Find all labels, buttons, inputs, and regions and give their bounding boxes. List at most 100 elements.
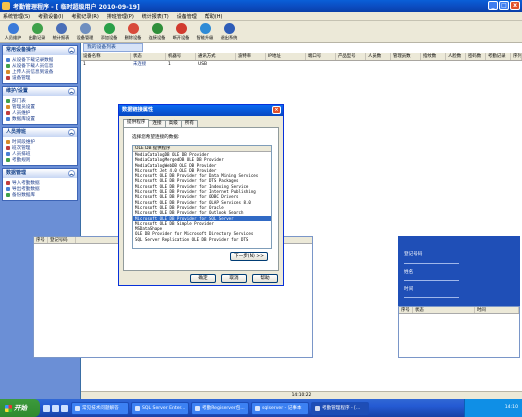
taskbar-button[interactable]: 常见技术问题解答 (71, 401, 129, 415)
table-cell (336, 61, 366, 68)
menu-records[interactable]: 考勤记录(R) (71, 13, 98, 20)
sidebar-item[interactable]: 数据库设置 (6, 116, 75, 122)
name-label: 姓名 (404, 270, 414, 275)
column-header[interactable]: 密码数 (466, 53, 486, 60)
start-label: 开始 (14, 404, 27, 412)
menu-schedule[interactable]: 排班管理(P) (107, 13, 134, 20)
column-header[interactable]: 人员数 (366, 53, 391, 60)
sidebar-section-header[interactable]: 数据管理 ︽ (3, 169, 77, 178)
sidebar-section: 维护/设置 ︽ 部门表 管理员设置 人员维护 数据库设置 (2, 86, 78, 125)
enroll-number-field[interactable] (404, 263, 459, 264)
toolbar-button[interactable]: 人员维护 (2, 21, 24, 42)
tab-all[interactable]: 所有 (180, 120, 198, 127)
dialog-close-button[interactable]: × (272, 106, 281, 114)
table-cell (391, 61, 421, 68)
list-item[interactable]: SQL Server Replication OLE DB Provider f… (133, 237, 271, 242)
sidebar-item-icon (6, 193, 10, 197)
time-field[interactable] (404, 297, 459, 298)
menu-system[interactable]: 系统管理(S) (3, 13, 30, 20)
tab-provider[interactable]: 提供程序 (123, 119, 150, 127)
toolbar-icon (175, 23, 187, 34)
cancel-button[interactable]: 取消 (221, 274, 247, 283)
taskbar-button[interactable]: SQL Server Enter... (131, 401, 189, 415)
help-button[interactable]: 帮助 (252, 274, 278, 283)
taskbar-button[interactable]: 考勤Regiserver包... (191, 401, 249, 415)
menu-reports[interactable]: 统计报表(T) (142, 13, 169, 20)
sidebar-section-header[interactable]: 维护/设置 ︽ (3, 87, 77, 96)
close-button[interactable]: x (510, 1, 520, 10)
ok-button[interactable]: 确定 (190, 274, 216, 283)
column-header[interactable]: 状态 (131, 53, 166, 60)
toolbar-button[interactable]: 添加设备 (98, 21, 120, 42)
toolbar-button[interactable]: 断开设备 (170, 21, 192, 42)
sidebar-item[interactable]: 设备管理 (6, 75, 75, 81)
table-cell (511, 61, 522, 68)
toolbar-button[interactable]: 连接设备 (146, 21, 168, 42)
sidebar-section-header[interactable]: 人员排班 ︽ (3, 128, 77, 137)
taskbar-button[interactable]: 考勤管理程序 - [... (311, 401, 369, 415)
collapse-icon[interactable]: ︽ (68, 129, 75, 136)
maximize-button[interactable]: □ (499, 1, 509, 10)
data-link-properties-dialog: 数据链接属性 × 提供程序 连接 高级 所有 选择您希望连接的数据: OLE D… (118, 104, 284, 286)
quick-launch-icon[interactable] (61, 404, 68, 412)
column-header[interactable]: 序列号 (511, 53, 522, 60)
sidebar-section-body: 部门表 管理员设置 人员维护 数据库设置 (3, 96, 77, 124)
column-header[interactable]: 机器号 (166, 53, 196, 60)
column-header[interactable]: IP地址 (266, 53, 306, 60)
window-titlebar[interactable]: 考勤管理程序 - [ 临时超级用户 2010-09-19] _ □ x (0, 0, 522, 12)
column-header[interactable]: 指纹数 (421, 53, 446, 60)
column-header[interactable]: 波特率 (236, 53, 266, 60)
sidebar-item[interactable]: 备份数据库 (6, 192, 75, 198)
table-cell (421, 61, 446, 68)
minimize-button[interactable]: _ (488, 1, 498, 10)
column-header[interactable]: 考勤记录 (486, 53, 511, 60)
quick-launch-icon[interactable] (43, 404, 50, 412)
tab-connection[interactable]: 连接 (148, 120, 166, 127)
collapse-icon[interactable]: ︽ (68, 88, 75, 95)
start-button[interactable]: 开始 (0, 399, 40, 417)
toolbar-label: 添加设备 (100, 35, 118, 40)
collapse-icon[interactable]: ︽ (68, 170, 75, 177)
device-grid-header: 设备名称 状态 机器号 通讯方式 波特率 IP地址 端口号 产品型号 人员数 管理员数 指纹数 人脸数… (81, 53, 522, 61)
sidebar-section: 人员排班 ︽ 时间段维护 班次管理 人员排班 考勤规则 (2, 127, 78, 166)
sidebar-item-label: 考勤规则 (12, 158, 31, 163)
toolbar-button[interactable]: 出勤记录 (26, 21, 48, 42)
table-row[interactable]: 1 未连接 1 USB (81, 61, 522, 68)
column-header[interactable]: 管理员数 (391, 53, 421, 60)
column-header[interactable]: 时间 (475, 307, 519, 313)
sidebar-section-header[interactable]: 常用设备操作 ︽ (3, 46, 77, 55)
next-button[interactable]: 下一步(N) >> (230, 252, 268, 261)
taskbar-button[interactable]: sqlserver - 记事本 (251, 401, 309, 415)
toolbar-icon (223, 23, 235, 34)
quick-launch-icon[interactable] (52, 404, 59, 412)
toolbar-button[interactable]: 设备管理 (74, 21, 96, 42)
tab-advanced[interactable]: 高级 (164, 120, 182, 127)
tab-device-list[interactable]: 我的设备列表 (83, 43, 143, 52)
provider-list[interactable]: OLE DB 提供程序 MediaCatalogDB OLE DB Provid… (132, 145, 272, 249)
menu-device[interactable]: 考勤设备(I) (38, 13, 63, 20)
sidebar-section: 数据管理 ︽ 导入考勤数据 导出考勤数据 备份数据库 (2, 168, 78, 201)
list-item[interactable]: OLE DB Provider for Microsoft Directory … (133, 231, 271, 236)
column-header[interactable]: 登记号码 (48, 237, 76, 243)
column-header[interactable]: 端口号 (306, 53, 336, 60)
menu-help[interactable]: 帮助(H) (205, 13, 223, 20)
toolbar-button[interactable]: 智能升级 (194, 21, 216, 42)
column-header[interactable]: 序号 (34, 237, 48, 243)
toolbar-button[interactable]: 删除设备 (122, 21, 144, 42)
column-header[interactable]: 产品型号 (336, 53, 366, 60)
column-header[interactable]: 设备名称 (81, 53, 131, 60)
toolbar-button[interactable]: 退出系统 (218, 21, 240, 42)
column-header[interactable]: 状态 (413, 307, 475, 313)
menu-device-mgmt[interactable]: 设备管理 (177, 13, 197, 20)
toolbar-label: 退出系统 (220, 35, 238, 40)
status-bar: 14:10:22 (81, 391, 522, 399)
column-header[interactable]: 通讯方式 (196, 53, 236, 60)
collapse-icon[interactable]: ︽ (68, 47, 75, 54)
sidebar-item[interactable]: 考勤规则 (6, 157, 75, 163)
column-header[interactable]: 人脸数 (446, 53, 466, 60)
column-header[interactable]: 序号 (399, 307, 413, 313)
sidebar-section-title: 维护/设置 (6, 88, 28, 94)
name-field[interactable] (404, 280, 459, 281)
toolbar-button[interactable]: 统计报表 (50, 21, 72, 42)
dialog-titlebar[interactable]: 数据链接属性 × (119, 105, 283, 116)
